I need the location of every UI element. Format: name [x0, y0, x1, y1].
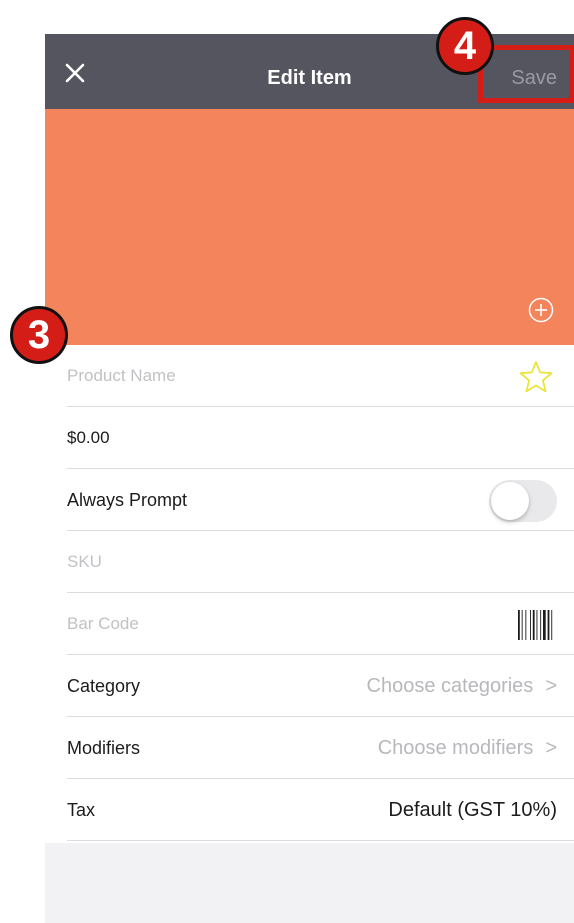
- annotation-badge-4: 4: [436, 17, 494, 75]
- modifiers-value[interactable]: Choose modifiers >: [378, 717, 557, 779]
- toggle-knob: [491, 482, 529, 520]
- annotation-badge-3: 3: [10, 306, 68, 364]
- category-label: Category: [67, 676, 141, 696]
- plus-circle-icon[interactable]: [528, 297, 554, 323]
- sku-row[interactable]: SKU: [67, 531, 574, 593]
- barcode-bar: [530, 610, 531, 640]
- product-name-input[interactable]: Product Name: [67, 345, 176, 407]
- page-title: Edit Item: [267, 67, 352, 89]
- barcode-bar: [525, 610, 527, 640]
- navigation-bar: Edit Item Save: [45, 34, 574, 109]
- item-form: Product Name $0.00 Always Prompt SKU Bar…: [45, 345, 574, 843]
- modifiers-choice-text: Choose modifiers: [377, 737, 534, 759]
- tax-row[interactable]: Tax Default (GST 10%): [67, 779, 574, 841]
- always-prompt-row: Always Prompt: [67, 469, 574, 531]
- always-prompt-toggle[interactable]: [489, 480, 557, 522]
- barcode-row[interactable]: Bar Code: [67, 593, 574, 655]
- barcode-bar: [540, 610, 542, 640]
- modifiers-row[interactable]: Modifiers Choose modifiers >: [67, 717, 574, 779]
- category-choice-text: Choose categories: [366, 675, 534, 697]
- close-icon[interactable]: [59, 57, 91, 89]
- star-icon[interactable]: [518, 359, 554, 395]
- tax-label: Tax: [67, 800, 96, 820]
- price-input[interactable]: $0.00: [67, 407, 110, 469]
- save-button[interactable]: Save: [511, 34, 557, 109]
- product-name-row[interactable]: Product Name: [67, 345, 574, 407]
- modifiers-label: Modifiers: [67, 738, 141, 758]
- barcode-icon[interactable]: [517, 610, 557, 640]
- barcode-bar: [518, 610, 520, 640]
- sku-input[interactable]: SKU: [67, 531, 102, 593]
- chevron-right-icon: >: [545, 737, 557, 759]
- barcode-bar: [551, 610, 553, 640]
- category-value[interactable]: Choose categories >: [367, 655, 557, 717]
- barcode-bar: [543, 610, 546, 640]
- price-row[interactable]: $0.00: [67, 407, 574, 469]
- always-prompt-label: Always Prompt: [67, 490, 188, 510]
- barcode-bar: [521, 610, 523, 640]
- tax-value[interactable]: Default (GST 10%): [388, 779, 557, 841]
- barcode-bar: [536, 610, 538, 640]
- barcode-input[interactable]: Bar Code: [67, 593, 139, 655]
- barcode-bar: [547, 610, 550, 640]
- category-row[interactable]: Category Choose categories >: [67, 655, 574, 717]
- item-color-area[interactable]: [45, 109, 574, 345]
- barcode-bar: [532, 610, 535, 640]
- chevron-right-icon: >: [545, 675, 557, 697]
- edit-item-screen: Edit Item Save Product Name $0.00 Always…: [45, 34, 574, 923]
